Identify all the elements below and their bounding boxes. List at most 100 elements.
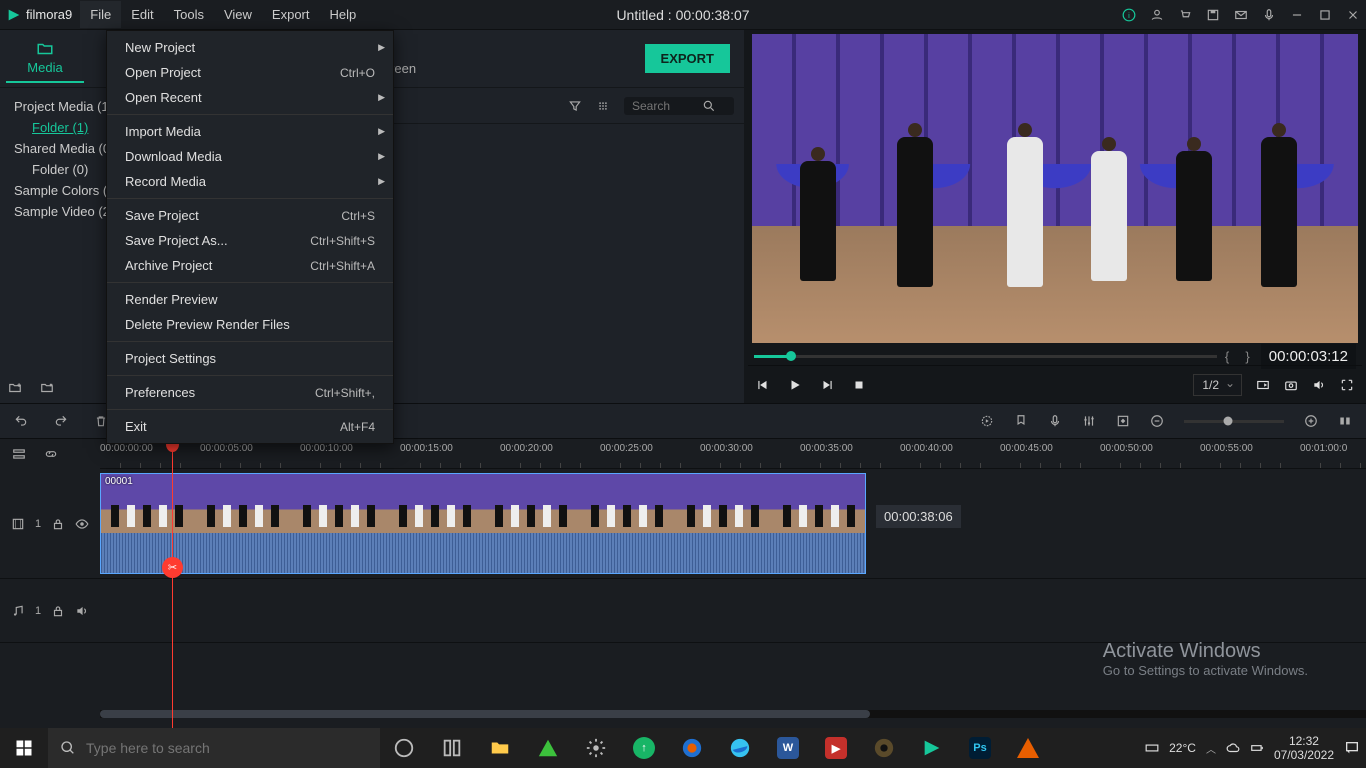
maximize-icon[interactable] [1318, 8, 1332, 22]
edge-icon[interactable] [716, 728, 764, 768]
file-menu-item[interactable]: Archive ProjectCtrl+Shift+A [107, 253, 393, 278]
save-icon[interactable] [1206, 8, 1220, 22]
file-menu-item[interactable]: Save Project As...Ctrl+Shift+S [107, 228, 393, 253]
taskbar-search-input[interactable] [86, 740, 368, 756]
menu-export[interactable]: Export [262, 1, 320, 28]
scissors-icon[interactable]: ✂ [162, 557, 183, 578]
app-icon-2[interactable]: ↑ [620, 728, 668, 768]
menu-edit[interactable]: Edit [121, 1, 163, 28]
file-menu-item[interactable]: PreferencesCtrl+Shift+, [107, 380, 393, 405]
export-button[interactable]: EXPORT [645, 44, 730, 73]
quality-icon[interactable] [1256, 378, 1270, 392]
scrub-track[interactable] [754, 355, 1217, 358]
playhead[interactable]: ✂ [172, 439, 173, 728]
file-menu-item[interactable]: Open Recent▶ [107, 85, 393, 110]
widgets-icon[interactable] [428, 728, 476, 768]
timeline-scrollbar[interactable] [100, 710, 1366, 718]
file-menu-item[interactable]: Delete Preview Render Files [107, 312, 393, 337]
word-icon[interactable]: W [764, 728, 812, 768]
menu-file[interactable]: File [80, 1, 121, 28]
tray-chevron-icon[interactable]: ︿ [1206, 741, 1216, 756]
settings-icon[interactable] [572, 728, 620, 768]
search-icon[interactable] [702, 99, 716, 113]
weather-temp[interactable]: 22°C [1169, 741, 1196, 755]
render-icon[interactable] [980, 414, 994, 428]
playback-speed-select[interactable]: 1/2 [1193, 374, 1242, 396]
remove-folder-icon[interactable] [40, 381, 54, 395]
lock-icon[interactable] [51, 604, 65, 618]
file-menu-item[interactable]: Render Preview [107, 287, 393, 312]
cart-icon[interactable] [1178, 8, 1192, 22]
mic-icon[interactable] [1262, 8, 1276, 22]
mixer-icon[interactable] [1082, 414, 1096, 428]
app-icon-1[interactable] [524, 728, 572, 768]
search-input[interactable] [632, 99, 702, 113]
volume-icon[interactable] [1312, 378, 1326, 392]
zoom-slider[interactable] [1184, 420, 1284, 423]
zoom-out-icon[interactable] [1150, 414, 1164, 428]
add-folder-icon[interactable] [8, 381, 22, 395]
file-menu-item[interactable]: Save ProjectCtrl+S [107, 203, 393, 228]
file-menu-item[interactable]: Import Media▶ [107, 119, 393, 144]
speaker-icon[interactable] [75, 604, 89, 618]
eye-icon[interactable] [75, 517, 89, 531]
menu-view[interactable]: View [214, 1, 262, 28]
marker-icon[interactable] [1014, 414, 1028, 428]
video-track[interactable]: 00001 [100, 469, 1366, 579]
redo-icon[interactable] [54, 414, 68, 428]
zoom-fit-icon[interactable] [1338, 414, 1352, 428]
keyboard-icon[interactable] [1145, 741, 1159, 755]
scrollbar-thumb[interactable] [100, 710, 870, 718]
photoshop-icon[interactable]: Ps [956, 728, 1004, 768]
account-icon[interactable] [1150, 8, 1164, 22]
start-button[interactable] [0, 728, 48, 768]
video-track-header[interactable]: 1 [0, 469, 100, 579]
lock-icon[interactable] [51, 517, 65, 531]
task-view-icon[interactable] [380, 728, 428, 768]
voiceover-icon[interactable] [1048, 414, 1062, 428]
menu-tools[interactable]: Tools [164, 1, 214, 28]
file-menu-item[interactable]: Project Settings [107, 346, 393, 371]
filter-icon[interactable] [568, 99, 582, 113]
app-icon-3[interactable] [860, 728, 908, 768]
play-icon[interactable] [788, 378, 802, 392]
grid-view-icon[interactable] [596, 99, 610, 113]
mark-in-out[interactable]: { } [1225, 349, 1253, 364]
search-box[interactable] [624, 97, 734, 115]
file-menu-item[interactable]: Record Media▶ [107, 169, 393, 194]
undo-icon[interactable] [14, 414, 28, 428]
taskbar-search[interactable] [48, 728, 380, 768]
cloud-icon[interactable] [1226, 741, 1240, 755]
minimize-icon[interactable] [1290, 8, 1304, 22]
file-menu-item[interactable]: Open ProjectCtrl+O [107, 60, 393, 85]
mail-icon[interactable] [1234, 8, 1248, 22]
file-menu-item[interactable]: New Project▶ [107, 35, 393, 60]
keyframe-icon[interactable] [1116, 414, 1130, 428]
clock[interactable]: 12:32 07/03/2022 [1274, 734, 1334, 763]
fullscreen-icon[interactable] [1340, 378, 1354, 392]
track-manage-icon[interactable] [12, 447, 26, 461]
battery-icon[interactable] [1250, 741, 1264, 755]
menu-help[interactable]: Help [320, 1, 367, 28]
prev-frame-icon[interactable] [756, 378, 770, 392]
zoom-in-icon[interactable] [1304, 414, 1318, 428]
preview-video[interactable] [752, 34, 1358, 343]
scrub-handle[interactable] [786, 351, 796, 361]
browser-icon[interactable] [668, 728, 716, 768]
file-explorer-icon[interactable] [476, 728, 524, 768]
vlc-icon[interactable] [1004, 728, 1052, 768]
snapshot-icon[interactable] [1284, 378, 1298, 392]
link-icon[interactable] [44, 447, 58, 461]
close-icon[interactable] [1346, 8, 1360, 22]
zoom-handle[interactable] [1224, 417, 1233, 426]
filmora-taskbar-icon[interactable] [908, 728, 956, 768]
audio-track[interactable] [100, 579, 1366, 643]
tab-media[interactable]: Media [6, 35, 84, 83]
video-clip[interactable]: 00001 [100, 473, 866, 574]
file-menu-item[interactable]: ExitAlt+F4 [107, 414, 393, 439]
youtube-icon[interactable]: ▶ [812, 728, 860, 768]
info-icon[interactable]: i [1122, 8, 1136, 22]
notification-icon[interactable] [1344, 740, 1360, 756]
file-menu-item[interactable]: Download Media▶ [107, 144, 393, 169]
audio-track-header[interactable]: 1 [0, 579, 100, 643]
